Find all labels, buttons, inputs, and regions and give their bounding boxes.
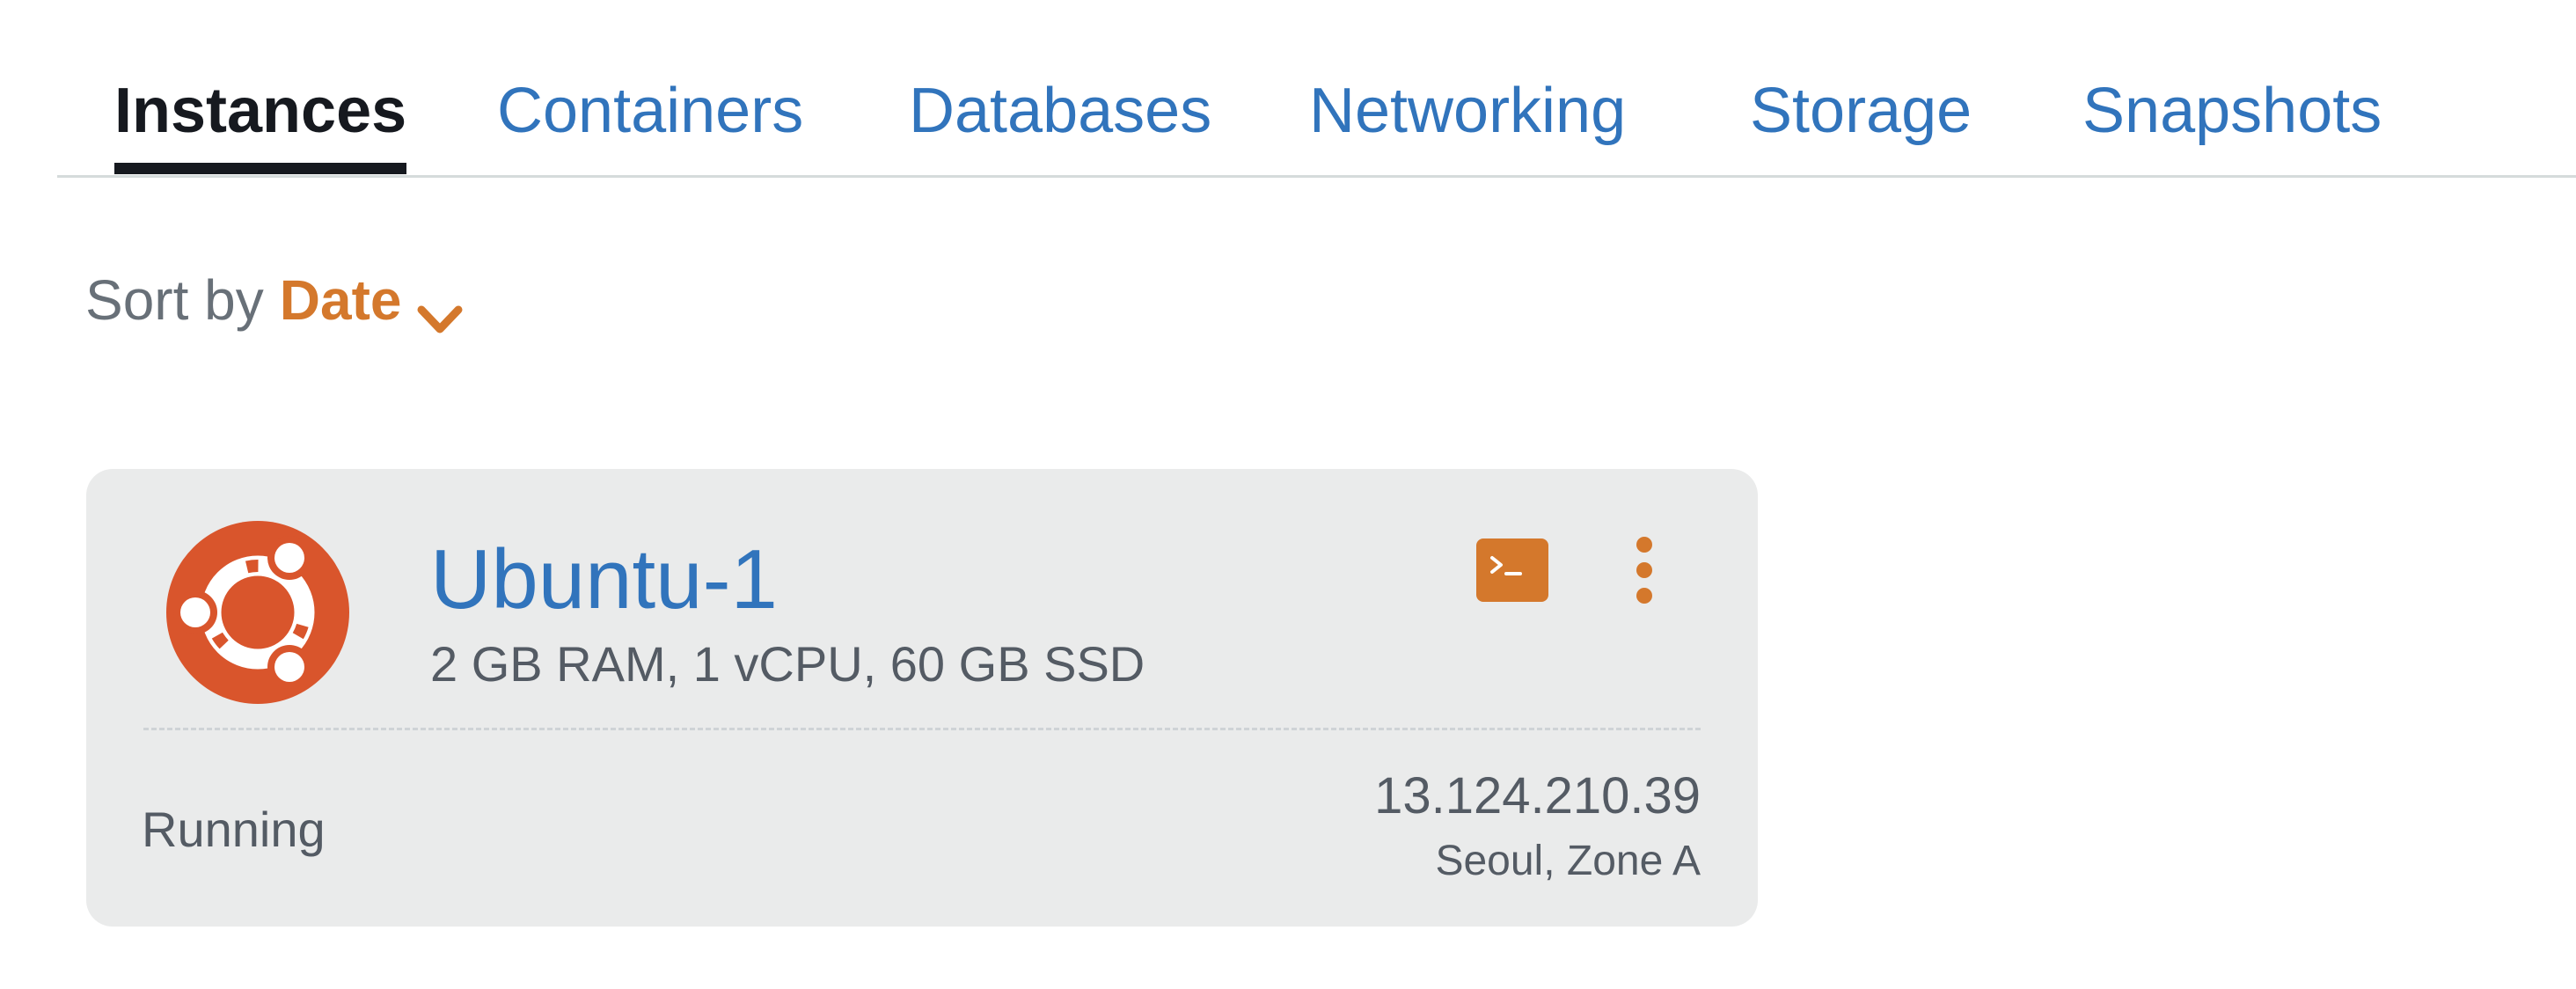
instance-card[interactable]: Ubuntu-1 2 GB RAM, 1 vCPU, 60 GB SSD Run… — [86, 469, 1758, 927]
tab-networking[interactable]: Networking — [1309, 69, 1626, 153]
instance-name-link[interactable]: Ubuntu-1 — [430, 527, 778, 633]
tab-instances[interactable]: Instances — [114, 69, 407, 174]
tab-databases[interactable]: Databases — [909, 69, 1211, 153]
sort-label: Sort by — [85, 268, 264, 332]
terminal-icon[interactable] — [1476, 538, 1548, 602]
tab-bar: Instances Containers Databases Networkin… — [57, 0, 2576, 178]
ubuntu-logo-icon — [165, 520, 350, 705]
chevron-down-icon[interactable] — [417, 284, 463, 333]
tab-snapshots[interactable]: Snapshots — [2082, 69, 2382, 153]
more-vertical-icon[interactable] — [1631, 536, 1658, 604]
card-divider — [143, 728, 1701, 730]
tab-storage[interactable]: Storage — [1750, 69, 1972, 153]
sort-control: Sort by Date — [85, 260, 463, 340]
instances-page: Instances Containers Databases Networkin… — [0, 0, 2576, 989]
sort-dropdown[interactable]: Date — [280, 267, 402, 333]
status-text: Running — [142, 802, 326, 857]
public-ip: 13.124.210.39 — [1374, 767, 1701, 824]
instance-location: Seoul, Zone A — [1435, 838, 1701, 884]
instance-spec: 2 GB RAM, 1 vCPU, 60 GB SSD — [430, 636, 1145, 692]
tab-containers[interactable]: Containers — [497, 69, 803, 153]
